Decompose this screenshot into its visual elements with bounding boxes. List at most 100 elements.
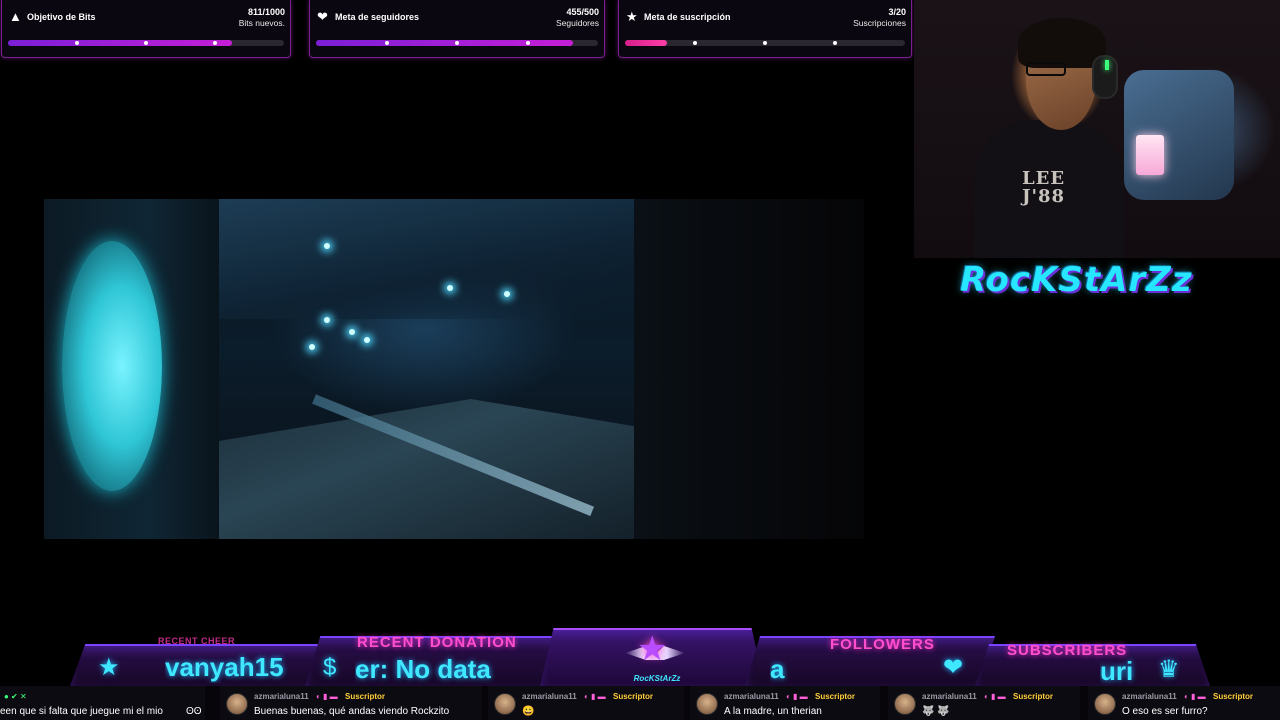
chat-message-text: O eso es ser furro? bbox=[1122, 706, 1208, 717]
video-scene-shadow bbox=[634, 199, 864, 539]
goal-count: 3/20 bbox=[888, 7, 906, 17]
chat-badges: ◐ ▮ ▬ bbox=[584, 692, 606, 701]
chat-username: azmarialuna11 bbox=[922, 692, 977, 701]
goal-tick bbox=[75, 41, 79, 45]
followers-value: a bbox=[770, 654, 785, 684]
video-scene-light bbox=[364, 337, 370, 343]
goal-count: 811/1000 bbox=[247, 7, 285, 17]
recent-cheer-value: vanyah15 bbox=[165, 652, 284, 682]
goal-subtitle: Seguidores bbox=[555, 18, 599, 28]
webcam-shirt-text: LEE J'88 bbox=[1022, 168, 1066, 207]
goal-progress-track bbox=[8, 40, 284, 46]
chat-message-text: A la madre, un therian bbox=[724, 706, 822, 717]
bits-icon: ▲ bbox=[9, 9, 22, 24]
goal-tick bbox=[763, 41, 767, 45]
chat-username: azmarialuna11 bbox=[254, 692, 309, 701]
alerts-bar: ★ vanyah15 RECENT CHEER $ er: No data RE… bbox=[60, 628, 1220, 686]
chat-username: azmarialuna11 bbox=[724, 692, 779, 701]
goal-progress-track bbox=[316, 40, 598, 46]
chat-message: azmarialuna11 ◐ ▮ ▬ Suscriptor 😀 bbox=[488, 686, 684, 720]
recent-cheer-label: RECENT CHEER bbox=[158, 636, 236, 646]
chat-emote: ʘʘ bbox=[186, 706, 202, 717]
goal-title: Meta de seguidores bbox=[335, 12, 420, 22]
webcam-lamp bbox=[1136, 135, 1164, 175]
donation-icon: $ bbox=[323, 654, 337, 681]
headset-led bbox=[1105, 60, 1109, 70]
trophy-icon: ♛ bbox=[1158, 656, 1180, 683]
avatar bbox=[494, 693, 516, 715]
chat-ticker: ● ✔ ✕ een que si falta que juegue mi el … bbox=[0, 686, 1280, 720]
goal-count: 455/500 bbox=[566, 7, 599, 17]
goal-tick bbox=[525, 41, 530, 45]
star-icon: ★ bbox=[98, 654, 120, 681]
chat-message: azmarialuna11 ◐ ▮ ▬ Suscriptor A la madr… bbox=[690, 686, 880, 720]
chat-sub-badge: Suscriptor bbox=[345, 692, 386, 701]
chat-message-text: Buenas buenas, qué andas viendo Rockzito bbox=[254, 706, 450, 717]
chat-badges: ◐ ▮ ▬ bbox=[786, 692, 808, 701]
chat-sub-badge: Suscriptor bbox=[815, 692, 856, 701]
star-icon: ★ bbox=[626, 9, 638, 24]
goal-tick bbox=[213, 41, 217, 45]
video-scene-ceiling bbox=[219, 199, 639, 319]
video-scene-light bbox=[309, 344, 315, 350]
avatar bbox=[894, 693, 916, 715]
chat-message: azmarialuna11 ◐ ▮ ▬ Suscriptor 🐺 🐺 bbox=[888, 686, 1080, 720]
subscribers-label: SUBSCRIBERS bbox=[1007, 642, 1128, 659]
channel-logo: RocKStArZz bbox=[960, 260, 1193, 300]
goal-tick bbox=[384, 41, 389, 45]
followers-goal-panel: ❤ Meta de seguidores 455/500 Seguidores bbox=[309, 0, 605, 58]
chat-sub-badge: Suscriptor bbox=[1013, 692, 1054, 701]
chat-message: azmarialuna11 ◐ ▮ ▬ Suscriptor Buenas bu… bbox=[220, 686, 482, 720]
chat-message: azmarialuna11 ◐ ▮ ▬ Suscriptor O eso es … bbox=[1088, 686, 1280, 720]
goal-subtitle: Bits nuevos. bbox=[238, 18, 285, 28]
video-scene-light bbox=[447, 285, 453, 291]
chat-badges: ◐ ▮ ▬ bbox=[316, 692, 338, 701]
goal-progress-fill bbox=[316, 40, 573, 46]
chat-sub-badge: Suscriptor bbox=[613, 692, 654, 701]
goal-progress-track bbox=[625, 40, 905, 46]
subscription-goal-panel: ★ Meta de suscripción 3/20 Suscripciones bbox=[618, 0, 912, 58]
goal-tick bbox=[144, 41, 148, 45]
video-scene-light bbox=[324, 243, 330, 249]
goal-progress-fill bbox=[8, 40, 232, 46]
avatar bbox=[696, 693, 718, 715]
avatar bbox=[1094, 693, 1116, 715]
goal-subtitle: Suscripciones bbox=[853, 18, 906, 28]
webcam-glasses bbox=[1026, 62, 1066, 76]
chat-badges: ◐ ▮ ▬ bbox=[984, 692, 1006, 701]
heart-icon: ❤ bbox=[943, 654, 964, 681]
video-scene-lamp bbox=[62, 241, 162, 491]
video-scene-platform bbox=[219, 399, 639, 539]
recent-donation-label: RECENT DONATION bbox=[357, 634, 517, 651]
video-player-frame[interactable] bbox=[44, 199, 864, 539]
recent-cheer-panel: ★ vanyah15 bbox=[70, 644, 325, 686]
followers-label: FOLLOWERS bbox=[830, 636, 935, 653]
center-logo-name: RocKStArZz bbox=[633, 674, 681, 683]
center-logo: ★ RocKStArZz bbox=[625, 632, 685, 686]
goal-title: Meta de suscripción bbox=[644, 12, 731, 22]
chat-sub-badge: Suscriptor bbox=[1213, 692, 1254, 701]
chat-badges: ◐ ▮ ▬ bbox=[1184, 692, 1206, 701]
webcam-feed: LEE J'88 bbox=[914, 0, 1280, 258]
goal-tick bbox=[833, 41, 837, 45]
chat-message-text: een que si falta que juegue mi el mio bbox=[0, 706, 163, 717]
chat-username: azmarialuna11 bbox=[522, 692, 577, 701]
chat-badges: ● ✔ ✕ bbox=[4, 692, 27, 701]
chat-username: azmarialuna11 bbox=[1122, 692, 1177, 701]
video-scene-light bbox=[504, 291, 510, 297]
goal-tick bbox=[455, 41, 459, 45]
chat-message: ● ✔ ✕ een que si falta que juegue mi el … bbox=[0, 686, 205, 720]
subscribers-value: uri bbox=[1100, 656, 1134, 686]
goal-tick bbox=[693, 41, 697, 45]
heart-icon: ❤ bbox=[317, 9, 328, 24]
goal-title: Objetivo de Bits bbox=[27, 12, 96, 22]
bits-goal-panel: ▲ Objetivo de Bits 811/1000 Bits nuevos. bbox=[1, 0, 291, 58]
recent-donation-value: er: No data bbox=[355, 654, 491, 684]
goal-progress-fill bbox=[625, 40, 667, 46]
video-scene-light bbox=[324, 317, 330, 323]
star-icon: ★ bbox=[637, 630, 668, 668]
chat-emote: 😀 bbox=[522, 706, 535, 717]
chat-emote: 🐺 🐺 bbox=[922, 706, 950, 717]
avatar bbox=[226, 693, 248, 715]
video-scene-light bbox=[349, 329, 355, 335]
